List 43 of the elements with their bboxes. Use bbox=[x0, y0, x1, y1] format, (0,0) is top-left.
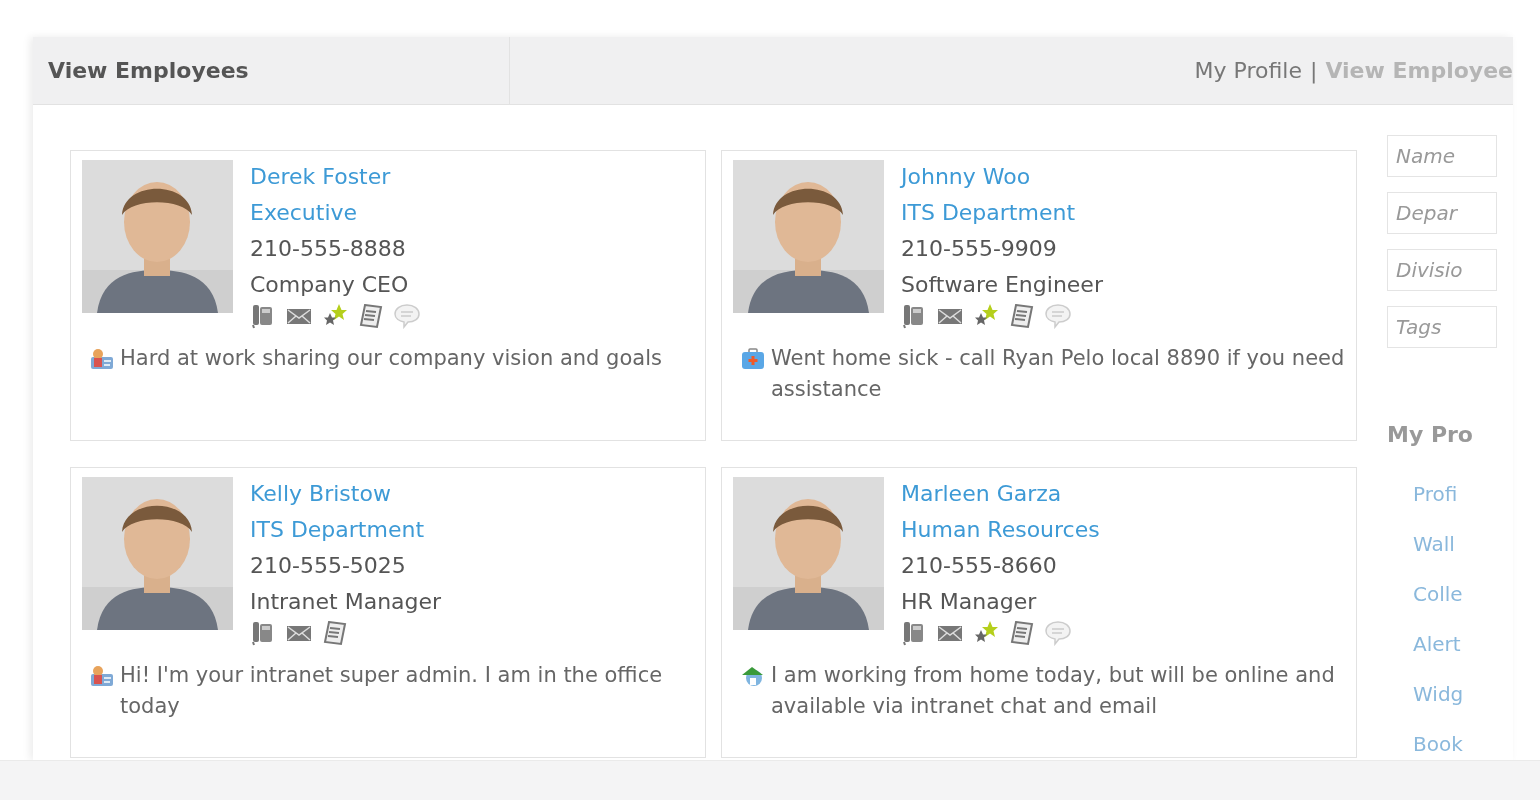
sidebar-link[interactable]: Profi bbox=[1387, 469, 1487, 519]
sidebar-link[interactable]: Colle bbox=[1387, 569, 1487, 619]
status-message: Hi! I'm your intranet super admin. I am in the office today bbox=[120, 662, 664, 720]
notepad-icon[interactable] bbox=[358, 303, 384, 329]
person-card-icon bbox=[90, 348, 114, 370]
filter-field[interactable]: Divisio bbox=[1387, 249, 1497, 291]
employee-name-link[interactable]: Johnny Woo bbox=[901, 164, 1031, 189]
status-message: Went home sick - call Ryan Pelo local 8890 if you need assistance bbox=[771, 345, 1345, 403]
employee-name-link[interactable]: Marleen Garza bbox=[901, 481, 1062, 506]
department-link[interactable]: ITS Department bbox=[250, 517, 424, 542]
filter-field[interactable]: Tags bbox=[1387, 306, 1497, 348]
page-title: View Employees bbox=[33, 37, 510, 104]
sidebar-link[interactable]: Widg bbox=[1387, 669, 1487, 719]
separator: | bbox=[1309, 57, 1318, 86]
house-icon bbox=[741, 665, 765, 687]
sidebar-heading: My Pro bbox=[1387, 421, 1474, 449]
job-title: HR Manager bbox=[901, 589, 1037, 614]
person-card-icon bbox=[90, 665, 114, 687]
filter-field[interactable]: Depar bbox=[1387, 192, 1497, 234]
status-message: Hard at work sharing our company vision and goals bbox=[120, 345, 662, 372]
employee-name-link[interactable]: Derek Foster bbox=[250, 164, 391, 189]
status-message: I am working from home today, but will be online and available via intranet chat and email bbox=[771, 662, 1336, 720]
phone-number: 210-555-8660 bbox=[901, 553, 1057, 578]
nav-link-text[interactable]: My Profile bbox=[1194, 37, 1302, 104]
job-title: Company CEO bbox=[250, 272, 409, 297]
phone-number: 210-555-5025 bbox=[250, 553, 406, 578]
job-title: Intranet Manager bbox=[250, 589, 442, 614]
department-link[interactable]: Human Resources bbox=[901, 517, 1100, 542]
filter-field[interactable]: Name bbox=[1387, 135, 1497, 177]
notepad-icon[interactable] bbox=[322, 620, 348, 646]
medical-kit-icon bbox=[741, 348, 765, 370]
department-link[interactable]: ITS Department bbox=[901, 200, 1075, 225]
department-link[interactable]: Executive bbox=[250, 200, 358, 225]
sidebar-link[interactable]: Alert bbox=[1387, 619, 1487, 669]
nav-link-text[interactable]: View Employee bbox=[1325, 37, 1513, 104]
notepad-icon[interactable] bbox=[1009, 620, 1035, 646]
job-title: Software Engineer bbox=[901, 272, 1103, 297]
sidebar-link[interactable]: Book bbox=[1387, 719, 1487, 760]
notepad-icon[interactable] bbox=[1009, 303, 1035, 329]
phone-number: 210-555-9909 bbox=[901, 236, 1057, 261]
employee-name-link[interactable]: Kelly Bristow bbox=[250, 481, 391, 506]
sidebar-link[interactable]: Wall bbox=[1387, 519, 1487, 569]
phone-number: 210-555-8888 bbox=[250, 236, 406, 261]
